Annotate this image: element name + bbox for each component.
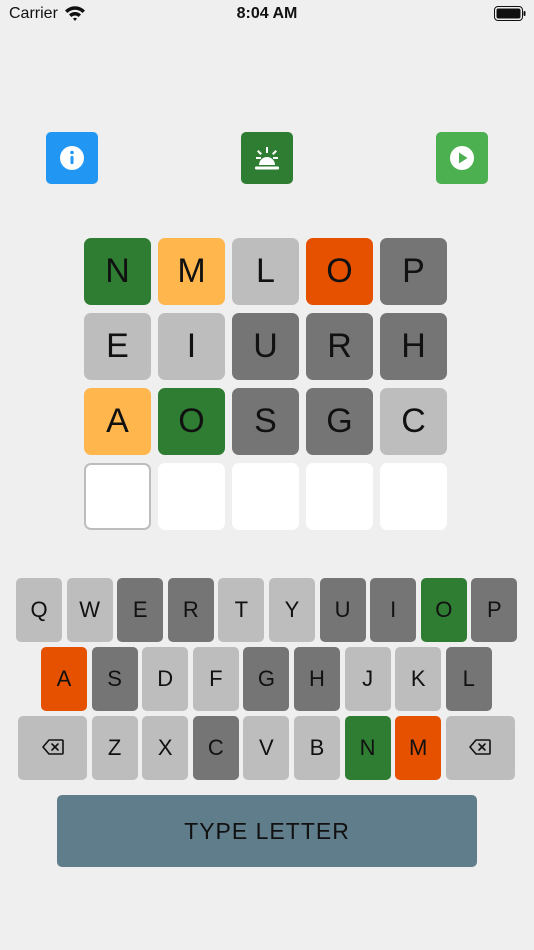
key-b[interactable]: B (294, 716, 340, 780)
letter-tile: S (232, 388, 299, 455)
type-letter-button[interactable]: TYPE LETTER (57, 795, 477, 867)
alarm-button[interactable] (241, 132, 293, 184)
key-w[interactable]: W (66, 578, 113, 642)
letter-tile: L (232, 238, 299, 305)
key-d[interactable]: D (142, 647, 189, 711)
letter-tile: A (84, 388, 151, 455)
keyboard-row-2: ASDFGHJKL (0, 647, 534, 711)
letter-tile: I (158, 313, 225, 380)
backspace-key[interactable] (445, 716, 515, 780)
letter-tile: U (232, 313, 299, 380)
key-t[interactable]: T (218, 578, 265, 642)
key-h[interactable]: H (294, 647, 340, 711)
letter-tile: M (158, 238, 225, 305)
info-icon (60, 146, 84, 170)
play-button[interactable] (436, 132, 488, 184)
key-j[interactable]: J (344, 647, 391, 711)
key-f[interactable]: F (192, 647, 239, 711)
letter-tile: G (306, 388, 373, 455)
key-e[interactable]: E (117, 578, 164, 642)
letter-tile (84, 463, 151, 530)
key-c[interactable]: C (192, 716, 239, 780)
play-icon (450, 146, 474, 170)
letter-tile: O (158, 388, 225, 455)
clock: 8:04 AM (236, 5, 298, 22)
key-k[interactable]: K (395, 647, 442, 711)
letter-tile: R (306, 313, 373, 380)
backspace-icon (469, 735, 492, 761)
key-v[interactable]: V (243, 716, 290, 780)
letter-tile: H (380, 313, 447, 380)
key-o[interactable]: O (420, 578, 467, 642)
letter-tile: P (380, 238, 447, 305)
key-m[interactable]: M (395, 716, 442, 780)
guess-row (84, 463, 450, 530)
key-s[interactable]: S (91, 647, 138, 711)
letter-tile (158, 463, 225, 530)
letter-tile (380, 463, 447, 530)
guess-row: EIURH (84, 313, 450, 380)
guess-row: AOSGC (84, 388, 450, 455)
alarm-light-icon (255, 147, 279, 170)
key-p[interactable]: P (471, 578, 518, 642)
key-x[interactable]: X (142, 716, 189, 780)
key-l[interactable]: L (445, 647, 492, 711)
keyboard-row-3: ZXCVBNM (0, 716, 534, 780)
letter-tile: E (84, 313, 151, 380)
battery-icon (494, 6, 526, 21)
keyboard-row-1: QWERTYUIOP (0, 578, 534, 642)
key-g[interactable]: G (243, 647, 290, 711)
letter-tile: O (306, 238, 373, 305)
key-n[interactable]: N (344, 716, 391, 780)
status-bar: Carrier 8:04 AM (0, 0, 534, 28)
key-z[interactable]: Z (91, 716, 138, 780)
key-r[interactable]: R (167, 578, 214, 642)
key-u[interactable]: U (319, 578, 366, 642)
letter-tile (232, 463, 299, 530)
backspace-key[interactable] (18, 716, 87, 780)
guess-grid: NMLOPEIURHAOSGC (84, 238, 450, 538)
key-i[interactable]: I (370, 578, 417, 642)
key-y[interactable]: Y (269, 578, 315, 642)
info-button[interactable] (46, 132, 98, 184)
key-a[interactable]: A (41, 647, 87, 711)
key-q[interactable]: Q (16, 578, 62, 642)
letter-tile (306, 463, 373, 530)
backspace-icon (41, 735, 64, 761)
guess-row: NMLOP (84, 238, 450, 305)
letter-tile: C (380, 388, 447, 455)
letter-tile: N (84, 238, 151, 305)
